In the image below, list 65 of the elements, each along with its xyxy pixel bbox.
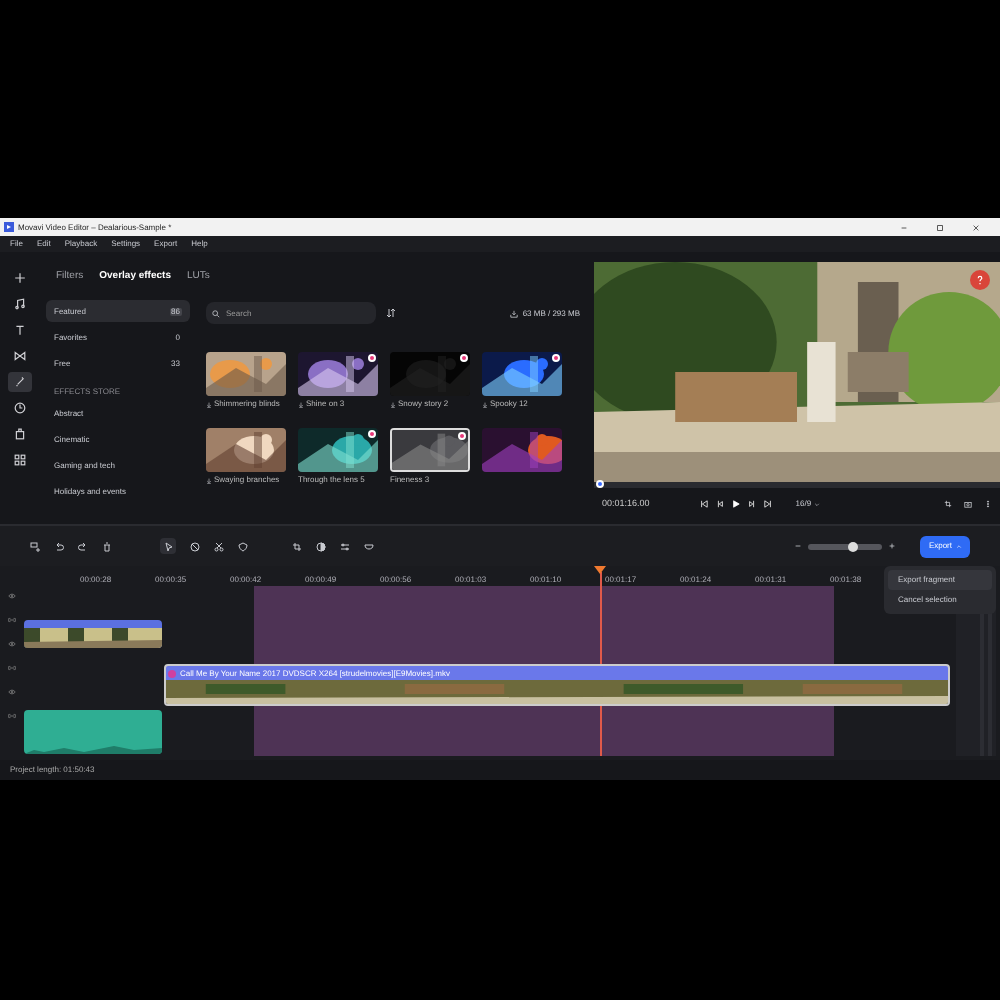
sort-icon[interactable] bbox=[386, 308, 396, 318]
eye-icon bbox=[8, 640, 16, 648]
add-track-icon[interactable] bbox=[30, 541, 40, 551]
blade-off-icon[interactable] bbox=[190, 541, 200, 551]
undo-icon[interactable] bbox=[54, 541, 64, 551]
contrast-icon[interactable] bbox=[316, 541, 326, 551]
text-icon bbox=[14, 324, 26, 336]
download-icon bbox=[206, 401, 212, 407]
play-icon[interactable] bbox=[731, 500, 740, 508]
effect-thumbnail[interactable] bbox=[390, 428, 470, 472]
audio-clip[interactable] bbox=[24, 710, 162, 754]
skip-forward-icon[interactable] bbox=[763, 500, 772, 508]
grid-icon bbox=[14, 454, 26, 466]
eye-icon bbox=[8, 592, 16, 600]
crop-icon[interactable] bbox=[944, 500, 952, 508]
effect-thumbnail[interactable] bbox=[298, 428, 378, 472]
link-icon bbox=[8, 664, 16, 672]
download-icon bbox=[298, 401, 304, 407]
step-back-icon[interactable] bbox=[715, 500, 724, 508]
step-forward-icon[interactable] bbox=[747, 500, 756, 508]
link-icon bbox=[8, 712, 16, 720]
puzzle-icon bbox=[14, 428, 26, 440]
redo-icon[interactable] bbox=[78, 541, 88, 551]
effect-thumbnail[interactable] bbox=[298, 352, 378, 396]
search-icon bbox=[212, 309, 220, 317]
download-icon bbox=[482, 401, 488, 407]
caret-icon bbox=[956, 543, 962, 549]
download-icon bbox=[390, 401, 396, 407]
maximize-icon[interactable] bbox=[936, 223, 944, 231]
app-logo-icon bbox=[4, 222, 14, 232]
shield-icon[interactable] bbox=[238, 541, 248, 551]
trash-icon[interactable] bbox=[102, 541, 112, 551]
effect-thumbnail[interactable] bbox=[482, 428, 562, 472]
slider-thumb[interactable] bbox=[848, 541, 859, 551]
download-icon bbox=[206, 477, 212, 483]
scissors-icon[interactable] bbox=[214, 541, 224, 551]
sliders-icon[interactable] bbox=[340, 541, 350, 551]
pointer-tool[interactable] bbox=[160, 538, 176, 554]
zoom-slider[interactable] bbox=[808, 543, 883, 549]
effect-thumbnail[interactable] bbox=[482, 352, 562, 396]
effect-thumbnail[interactable] bbox=[206, 428, 286, 472]
music-note-icon bbox=[14, 298, 26, 310]
eye-icon bbox=[8, 688, 16, 696]
transition-icon bbox=[14, 350, 26, 362]
crop-icon[interactable] bbox=[292, 541, 302, 551]
sparkle-tab[interactable] bbox=[8, 372, 32, 392]
caret-icon bbox=[813, 501, 820, 507]
video-clip[interactable] bbox=[24, 620, 162, 648]
cursor-icon bbox=[163, 541, 173, 551]
camera-icon[interactable] bbox=[964, 500, 972, 508]
plus-icon bbox=[14, 272, 26, 284]
effect-thumbnail[interactable] bbox=[390, 352, 470, 396]
question-icon bbox=[974, 274, 986, 286]
waveform-drawing bbox=[24, 742, 162, 754]
link-icon bbox=[8, 616, 16, 624]
playhead-icon[interactable] bbox=[594, 566, 606, 574]
clock-icon bbox=[14, 402, 26, 414]
scrubber-handle[interactable] bbox=[596, 480, 604, 488]
sparkle-icon bbox=[14, 376, 26, 388]
mask-icon[interactable] bbox=[364, 541, 374, 551]
storage-icon bbox=[510, 309, 519, 317]
skip-back-icon[interactable] bbox=[699, 500, 708, 508]
effect-thumbnail[interactable] bbox=[206, 352, 286, 396]
effect-icon bbox=[168, 669, 176, 677]
close-icon[interactable] bbox=[972, 223, 980, 231]
